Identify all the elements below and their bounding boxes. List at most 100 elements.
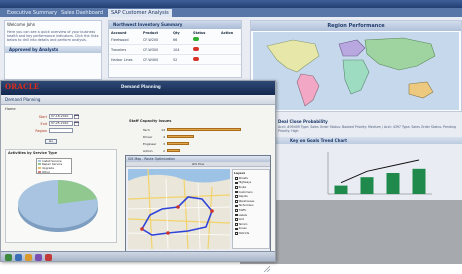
layer-label: Districts — [238, 231, 250, 235]
checkbox-icon[interactable] — [235, 177, 238, 180]
capacity-row[interactable]: Tech 14 — [143, 127, 241, 132]
cell-qty: 66 — [173, 37, 178, 42]
layer-label: Traffic — [238, 208, 247, 212]
calendar-icon[interactable] — [74, 121, 79, 126]
capacity-row[interactable]: Admin 2 — [143, 148, 180, 153]
browser-icon[interactable] — [15, 254, 22, 261]
service-type-pie[interactable] — [14, 166, 102, 236]
date-range-form: Start 07-18-2010 End 07-25-2010 Region G… — [5, 114, 125, 144]
col-action: Action — [221, 31, 234, 35]
checkbox-icon[interactable] — [235, 213, 238, 217]
welcome-text: Here you can see a quick overview of you… — [7, 30, 99, 42]
route-stop-marker[interactable] — [140, 227, 144, 231]
capacity-value: 3 — [163, 141, 165, 146]
cell-product: CF-W300 — [143, 47, 159, 52]
start-icon[interactable] — [5, 254, 12, 261]
cell-qty: 104 — [173, 47, 180, 52]
go-button[interactable]: Go — [45, 139, 57, 144]
page-subtitle: Home — [5, 107, 16, 111]
capacity-row[interactable]: Driver 4 — [143, 134, 194, 139]
start-date-row: Start 07-18-2010 — [29, 114, 79, 119]
checkbox-icon[interactable] — [235, 204, 238, 208]
capacity-bar — [167, 128, 241, 131]
layer-label: Technicians — [238, 204, 254, 208]
status-ok-icon — [193, 37, 199, 41]
checkbox-icon[interactable] — [235, 209, 238, 212]
trend-chart-title: Key on Goals Trend Chart — [276, 137, 462, 144]
layer-label: Customers — [238, 190, 253, 194]
tab-executive-summary[interactable]: Executive Summary — [4, 9, 60, 17]
app-title: Demand Planning — [121, 84, 161, 89]
inventory-summary-panel: Northwest Inventory Summary Account Prod… — [108, 20, 242, 78]
app-icon[interactable] — [35, 254, 42, 261]
checkbox-icon[interactable] — [235, 218, 238, 221]
welcome-title: Welcome John — [7, 22, 36, 27]
capacity-title: Staff Capacity Issues — [129, 119, 172, 123]
pie-legend: Install Service Repair Service Upgrade O… — [36, 158, 72, 174]
folder-icon[interactable] — [25, 254, 32, 261]
capacity-label: Driver — [143, 134, 153, 139]
mail-icon[interactable] — [45, 254, 52, 261]
calendar-icon[interactable] — [74, 114, 79, 119]
trend-bar[interactable] — [360, 177, 374, 194]
welcome-panel: Welcome John Here you can see a quick ov… — [4, 20, 102, 80]
capacity-bar — [167, 135, 194, 138]
capacity-label: Engineer — [143, 141, 157, 146]
cell-product: CF-W400 — [143, 57, 159, 62]
capacity-row[interactable]: Engineer 3 — [143, 141, 189, 146]
table-row[interactable]: Harbor Lines CF-W400 52 — [109, 55, 241, 65]
checkbox-icon[interactable] — [235, 227, 238, 231]
trend-bar[interactable] — [334, 185, 348, 194]
end-date-field[interactable]: 07-25-2010 — [49, 121, 73, 126]
layer-label: Labels — [238, 213, 247, 217]
end-date-label: End — [40, 121, 47, 126]
region-label: Region — [35, 128, 47, 133]
deal-trend-panel: Deal Close Probability Acct: #09409 Type… — [276, 118, 462, 200]
resize-grip-icon[interactable] — [262, 266, 270, 272]
checkbox-icon[interactable] — [235, 232, 238, 235]
route-stop-marker[interactable] — [166, 231, 170, 235]
capacity-value: 14 — [161, 127, 165, 132]
checkbox-icon[interactable] — [235, 186, 238, 189]
region-field[interactable] — [49, 128, 73, 133]
capacity-value: 2 — [163, 148, 165, 153]
region-row: Region — [29, 128, 73, 133]
checkbox-icon[interactable] — [235, 199, 238, 203]
col-qty: Qty — [173, 31, 180, 35]
status-alert-icon — [193, 47, 199, 51]
capacity-bar — [167, 149, 180, 152]
layer-label: Streets — [238, 176, 248, 180]
tab-sap-customer-analysis[interactable]: SAP Customer Analysis — [108, 9, 172, 17]
route-stop-marker[interactable] — [210, 209, 214, 213]
cell-product: CF-W200 — [143, 37, 159, 42]
trend-chart — [327, 152, 432, 195]
route-map[interactable] — [128, 169, 230, 249]
route-stop-marker[interactable] — [176, 205, 180, 209]
table-row[interactable]: Travelers CF-W300 104 — [109, 45, 241, 55]
layer-item[interactable]: Districts — [233, 231, 269, 236]
checkbox-icon[interactable] — [235, 222, 238, 226]
cell-account: Harbor Lines — [111, 57, 133, 62]
service-type-title: Activities by Service Type — [8, 151, 58, 155]
capacity-value: 4 — [163, 134, 165, 139]
deal-probability-title: Deal Close Probability — [278, 119, 328, 124]
checkbox-icon[interactable] — [235, 190, 238, 194]
start-date-field[interactable]: 07-18-2010 — [49, 114, 73, 119]
end-date-row: End 07-25-2010 — [29, 121, 79, 126]
col-product: Product — [143, 31, 158, 35]
layer-label: Warehouses — [238, 199, 255, 203]
tab-sales-dashboard[interactable]: Sales Dashboard — [58, 9, 106, 17]
trend-line — [340, 159, 420, 184]
col-account: Account — [111, 31, 127, 35]
service-type-panel: Activities by Service Type Install Servi… — [5, 149, 117, 243]
trend-bar[interactable] — [412, 168, 426, 194]
col-status: Status — [193, 31, 206, 35]
world-map[interactable] — [253, 32, 459, 110]
trend-bar[interactable] — [386, 173, 400, 194]
checkbox-icon[interactable] — [235, 195, 238, 198]
cell-account: Fleetwood — [111, 37, 129, 42]
checkbox-icon[interactable] — [235, 181, 238, 185]
status-alert-icon — [193, 57, 199, 61]
table-row[interactable]: Fleetwood CF-W200 66 — [109, 35, 241, 45]
breadcrumb[interactable]: Demand Planning — [5, 97, 40, 102]
